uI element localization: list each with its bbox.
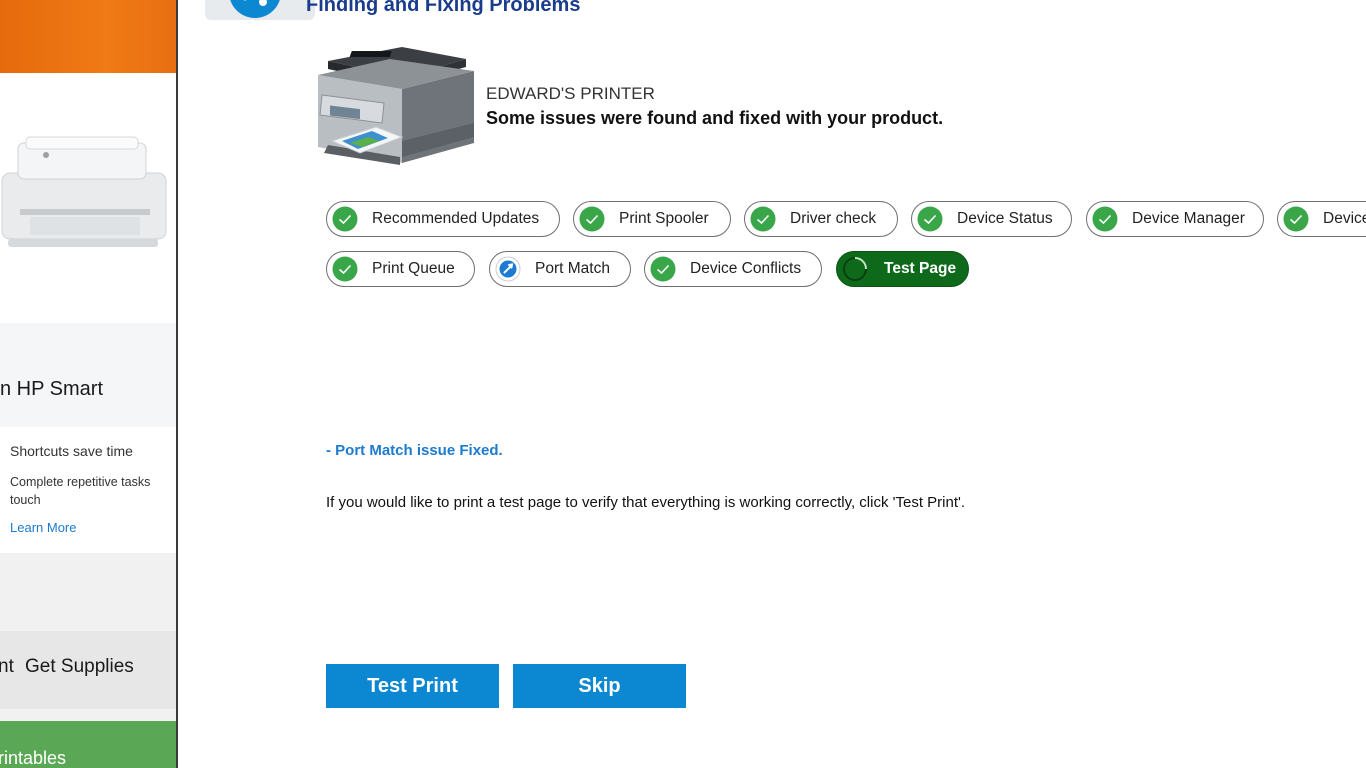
check-label: Device Status [957, 210, 1053, 227]
check-label: Recommended Updates [372, 210, 540, 227]
check-device-conflicts[interactable]: Device Conflicts [644, 251, 822, 287]
hp-smart-title: n HP Smart [0, 378, 103, 400]
check-circle-icon [579, 206, 605, 232]
check-circle-icon [1092, 206, 1118, 232]
check-circle-icon [917, 206, 943, 232]
shortcuts-title: Shortcuts save time [10, 443, 133, 459]
check-device-truncated[interactable]: Device [1277, 201, 1366, 237]
check-label: Device Conflicts [690, 260, 802, 277]
device-status-summary: Some issues were found and fixed with yo… [486, 108, 944, 128]
get-supplies-tile[interactable]: Get Supplies [25, 656, 134, 678]
check-recommended-updates[interactable]: Recommended Updates [326, 201, 560, 237]
learn-more-link[interactable]: Learn More [10, 520, 76, 535]
diagnostic-wizard-icon [205, 0, 315, 20]
printables-label: rintables [0, 748, 67, 768]
printer-image [318, 47, 474, 165]
check-label: Print Queue [372, 260, 455, 277]
check-test-page[interactable]: Test Page [836, 251, 969, 287]
orange-banner [0, 0, 176, 73]
print-tile-label[interactable]: nt [0, 656, 14, 678]
check-driver[interactable]: Driver check [744, 201, 898, 237]
check-circle-icon [332, 206, 358, 232]
test-print-button[interactable]: Test Print [326, 664, 499, 708]
check-print-queue[interactable]: Print Queue [326, 251, 475, 287]
check-device-status[interactable]: Device Status [911, 201, 1072, 237]
check-print-spooler[interactable]: Print Spooler [573, 201, 731, 237]
shortcuts-description: Complete repetitive tasks touch [10, 475, 151, 507]
check-port-match[interactable]: Port Match [489, 251, 631, 287]
check-label: Port Match [535, 260, 610, 277]
check-circle-icon [332, 256, 358, 282]
spinner-icon [843, 257, 867, 281]
check-device-manager[interactable]: Device Manager [1086, 201, 1264, 237]
skip-button[interactable]: Skip [513, 664, 686, 708]
check-label: Test Page [884, 260, 957, 277]
port-match-fixed-message: - Port Match issue Fixed. [326, 442, 503, 459]
check-label: Device Manager [1132, 210, 1245, 227]
printer-thumbnail-icon [1, 136, 167, 247]
check-label: Device [1323, 210, 1366, 227]
page-title: Finding and Fixing Problems [306, 0, 581, 16]
check-label: Print Spooler [619, 210, 709, 227]
check-circle-icon [1283, 206, 1309, 232]
hp-smart-background-panel: n HP Smart Shortcuts save time Complete … [0, 0, 178, 768]
check-circle-icon [650, 256, 676, 282]
check-circle-icon [750, 206, 776, 232]
check-label: Driver check [790, 210, 877, 227]
device-name: EDWARD'S PRINTER [486, 84, 655, 103]
wrench-icon [495, 256, 521, 282]
test-print-instructions: If you would like to print a test page t… [326, 494, 966, 511]
